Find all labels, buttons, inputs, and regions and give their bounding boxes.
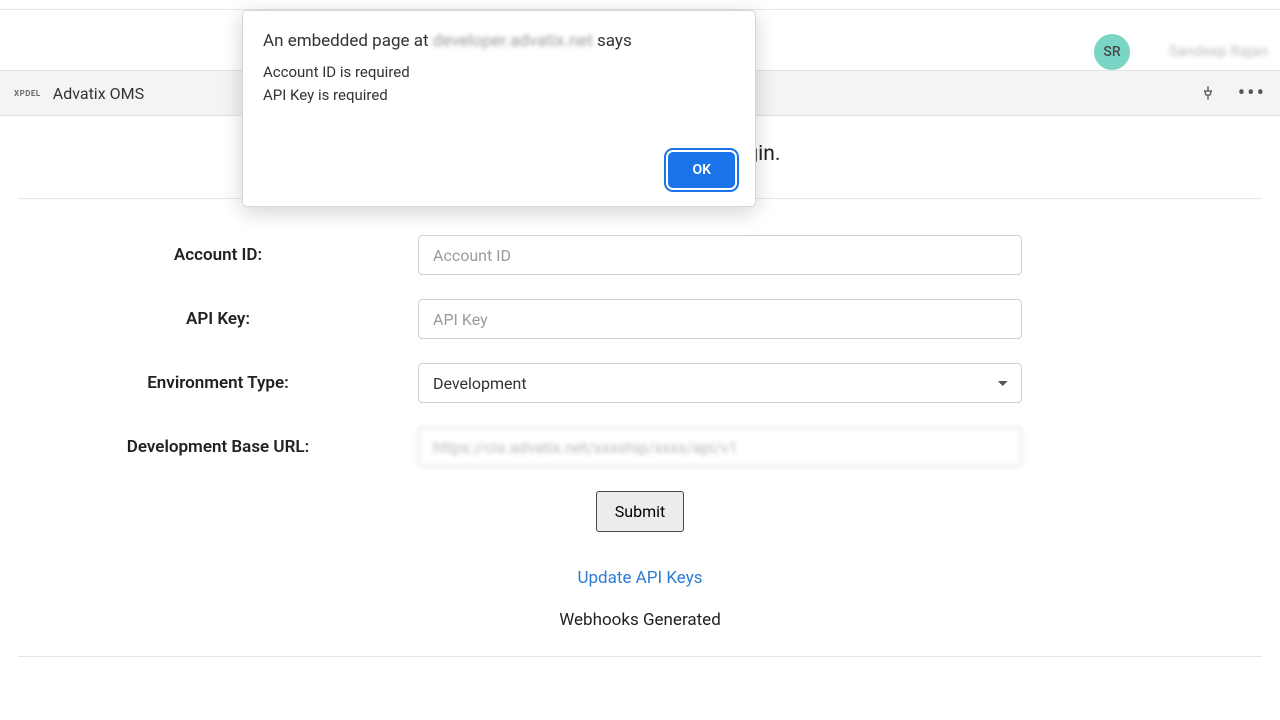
- env-type-select[interactable]: Development: [418, 363, 1022, 403]
- alert-message-line-1: Account ID is required: [263, 61, 735, 84]
- pin-icon[interactable]: [1200, 85, 1216, 101]
- label-account-id: Account ID:: [18, 245, 418, 265]
- api-key-input[interactable]: [418, 299, 1022, 339]
- user-name-masked: Sandeep Rajan: [1169, 42, 1268, 60]
- more-icon[interactable]: •••: [1238, 81, 1266, 106]
- label-base-url: Development Base URL:: [18, 437, 418, 457]
- alert-title: An embedded page at developer.advatix.ne…: [263, 31, 735, 51]
- account-id-input[interactable]: [418, 235, 1022, 275]
- label-env-type: Environment Type:: [18, 373, 418, 393]
- alert-message-line-2: API Key is required: [263, 84, 735, 107]
- settings-form: Account ID: API Key: Environment Type: D…: [18, 235, 1262, 630]
- alert-ok-button[interactable]: OK: [668, 152, 735, 188]
- avatar-initials: SR: [1103, 44, 1120, 60]
- alert-title-prefix: An embedded page at: [263, 31, 433, 51]
- alert-title-origin-masked: developer.advatix.net: [433, 31, 593, 51]
- label-api-key: API Key:: [18, 309, 418, 329]
- alert-dialog: An embedded page at developer.advatix.ne…: [242, 10, 756, 207]
- alert-title-suffix: says: [593, 31, 632, 51]
- app-title: Advatix OMS: [53, 84, 144, 103]
- avatar[interactable]: SR: [1094, 34, 1130, 70]
- browser-top-strip: [0, 0, 1280, 10]
- submit-button[interactable]: Submit: [596, 491, 684, 532]
- webhooks-generated-msg: Webhooks Generated: [18, 610, 1262, 630]
- base-url-input[interactable]: [418, 427, 1022, 467]
- update-api-keys-link[interactable]: Update API Keys: [18, 568, 1262, 588]
- bottom-divider: [18, 656, 1262, 657]
- app-logo: XPDEL: [14, 89, 41, 98]
